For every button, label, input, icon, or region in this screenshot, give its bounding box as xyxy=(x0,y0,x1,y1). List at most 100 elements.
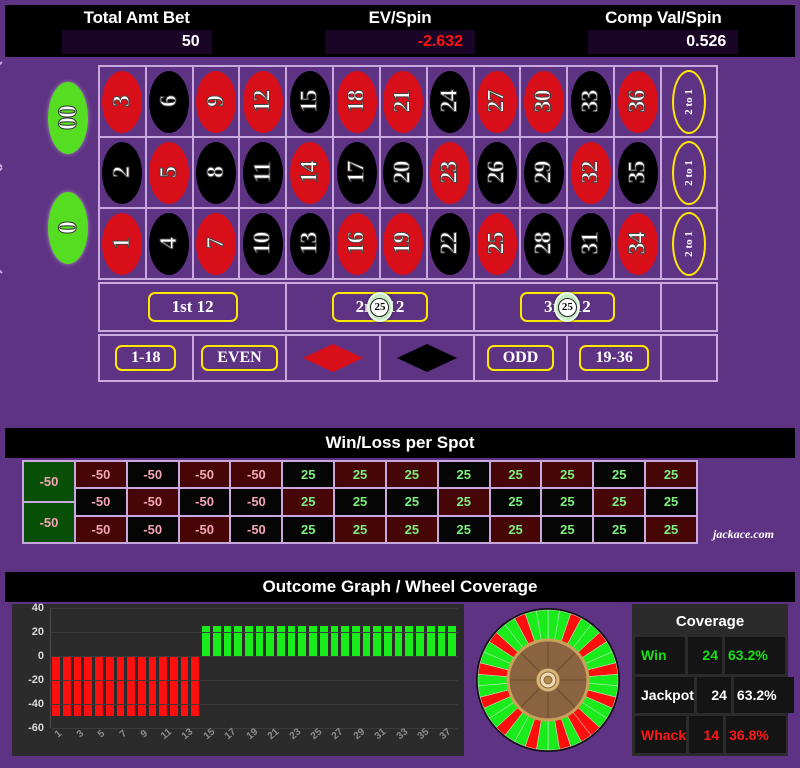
bet-spot-22[interactable]: 22 xyxy=(427,209,473,278)
chart-bar xyxy=(405,626,414,656)
outside-bet-even[interactable]: EVEN xyxy=(193,336,286,380)
y-tick-label: 40 xyxy=(31,602,44,614)
bet-chip[interactable]: 25 xyxy=(554,292,581,322)
outside-bet-1-18[interactable]: 1-18 xyxy=(100,336,192,380)
bet-spot-30[interactable]: 30 xyxy=(521,67,567,136)
number-oval: 10 xyxy=(242,212,283,275)
x-tick-slot xyxy=(340,728,351,754)
winloss-cell: 25 xyxy=(594,516,645,542)
coverage-rows: Win 24 63.2% Jackpot 24 63.2% Whack 14 36.8% xyxy=(635,637,794,754)
chart-gridline xyxy=(51,656,458,657)
bet-spot-8[interactable]: 8 xyxy=(193,138,239,207)
bet-spot-19[interactable]: 19 xyxy=(380,209,426,278)
bet-spot-24[interactable]: 24 xyxy=(427,67,473,136)
column-bet-2to1-row2[interactable]: 2 to 1 xyxy=(661,138,716,207)
bet-spot-36[interactable]: 36 xyxy=(615,67,660,136)
x-tick-slot xyxy=(318,728,329,754)
x-tick-slot xyxy=(404,728,415,754)
number-oval: 7 xyxy=(196,212,237,275)
x-tick-slot xyxy=(168,728,179,754)
black-diamond-icon xyxy=(396,344,457,372)
chart-bar xyxy=(351,626,360,656)
number-oval: 29 xyxy=(523,141,564,204)
bet-spot-5[interactable]: 5 xyxy=(146,138,192,207)
outside-bet-red[interactable] xyxy=(287,336,379,380)
bet-spot-26[interactable]: 26 xyxy=(474,138,520,207)
bet-spot-16[interactable]: 16 xyxy=(334,209,379,278)
number-label: 3 xyxy=(108,96,135,108)
bet-spot-31[interactable]: 31 xyxy=(568,209,614,278)
bet-spot-33[interactable]: 33 xyxy=(568,67,614,136)
bet-spot-14[interactable]: 14 xyxy=(287,138,333,207)
bet-spot-1[interactable]: 1 xyxy=(100,209,145,278)
winloss-zero-cell: -50 xyxy=(24,503,74,542)
number-oval: 13 xyxy=(289,212,330,275)
dozen-bet-3[interactable]: 3rd 1225 xyxy=(474,284,660,330)
x-tick-slot: 7 xyxy=(114,728,129,754)
dozen-bet-1[interactable]: 1st 12 xyxy=(100,284,286,330)
column-bet-2to1-row1[interactable]: 2 to 1 xyxy=(661,67,716,136)
bet-spot-10[interactable]: 10 xyxy=(240,209,286,278)
bet-spot-27[interactable]: 27 xyxy=(474,67,520,136)
winloss-cell: 25 xyxy=(646,516,696,542)
x-tick-slot xyxy=(104,728,115,754)
y-tick-label: -60 xyxy=(28,722,44,734)
winloss-panel-title: Win/Loss per Spot xyxy=(5,428,795,458)
bet-spot-11[interactable]: 11 xyxy=(240,138,286,207)
chart-bar xyxy=(287,626,296,656)
bet-spot-20[interactable]: 20 xyxy=(380,138,426,207)
bet-spot-12[interactable]: 12 xyxy=(240,67,286,136)
number-label: 34 xyxy=(624,232,651,255)
bet-spot-28[interactable]: 28 xyxy=(521,209,567,278)
column-bet-oval: 2 to 1 xyxy=(671,69,706,134)
bet-spot-7[interactable]: 7 xyxy=(193,209,239,278)
chip-value: 25 xyxy=(370,297,390,317)
x-tick-slot xyxy=(426,728,437,754)
bet-spot-23[interactable]: 23 xyxy=(427,138,473,207)
chart-bar xyxy=(341,626,349,656)
column-bet-2to1-row3[interactable]: 2 to 1 xyxy=(661,209,716,278)
number-label: 14 xyxy=(296,161,323,184)
bet-spot-21[interactable]: 21 xyxy=(380,67,426,136)
bet-spot-17[interactable]: 17 xyxy=(334,138,379,207)
chart-bar-slot xyxy=(244,608,255,728)
number-oval: 25 xyxy=(477,212,518,275)
bet-spot-0[interactable]: 0 xyxy=(38,175,98,280)
winloss-grid: -50 -50 -50 -50 -50 -50 25 25 25 25 25 25 25 25 -50 -5… xyxy=(22,460,698,544)
outside-bet-19-36[interactable]: 19-36 xyxy=(568,336,660,380)
bet-spot-34[interactable]: 34 xyxy=(615,209,660,278)
number-label: 9 xyxy=(202,96,229,108)
coverage-count: 24 xyxy=(688,637,722,674)
coverage-row-whack: Whack 14 36.8% xyxy=(635,716,787,754)
chart-bar-slot xyxy=(447,608,458,728)
number-oval: 15 xyxy=(289,70,330,133)
bet-spot-29[interactable]: 29 xyxy=(521,138,567,207)
chart-bars xyxy=(51,608,458,728)
winloss-cell: 25 xyxy=(283,462,334,488)
bet-spot-32[interactable]: 32 xyxy=(568,138,614,207)
x-tick-slot: 25 xyxy=(308,726,325,754)
bet-spot-3[interactable]: 3 xyxy=(100,67,145,136)
bet-spot-6[interactable]: 6 xyxy=(146,67,192,136)
outside-bet-black[interactable] xyxy=(380,336,473,380)
bet-spot-13[interactable]: 13 xyxy=(287,209,333,278)
bet-spot-35[interactable]: 35 xyxy=(615,138,660,207)
y-tick-label: 20 xyxy=(31,626,44,638)
number-oval: 30 xyxy=(523,70,564,133)
bet-spot-00[interactable]: 00 xyxy=(38,65,98,170)
outside-bet-label: ODD xyxy=(486,345,555,371)
chart-gridline xyxy=(51,608,458,609)
bet-spot-4[interactable]: 4 xyxy=(146,209,192,278)
bet-spot-25[interactable]: 25 xyxy=(474,209,520,278)
bet-spot-2[interactable]: 2 xyxy=(100,138,145,207)
number-oval: 17 xyxy=(336,141,377,204)
bet-spot-15[interactable]: 15 xyxy=(287,67,333,136)
number-label: 18 xyxy=(343,90,370,113)
outside-bet-odd[interactable]: ODD xyxy=(474,336,567,380)
chart-bar xyxy=(266,626,275,656)
bet-spot-9[interactable]: 9 xyxy=(193,67,239,136)
chart-bar-slot xyxy=(179,608,190,728)
bet-spot-18[interactable]: 18 xyxy=(334,67,379,136)
bet-chip[interactable]: 25 xyxy=(366,292,393,322)
dozen-bet-2[interactable]: 2nd 1225 xyxy=(287,284,473,330)
